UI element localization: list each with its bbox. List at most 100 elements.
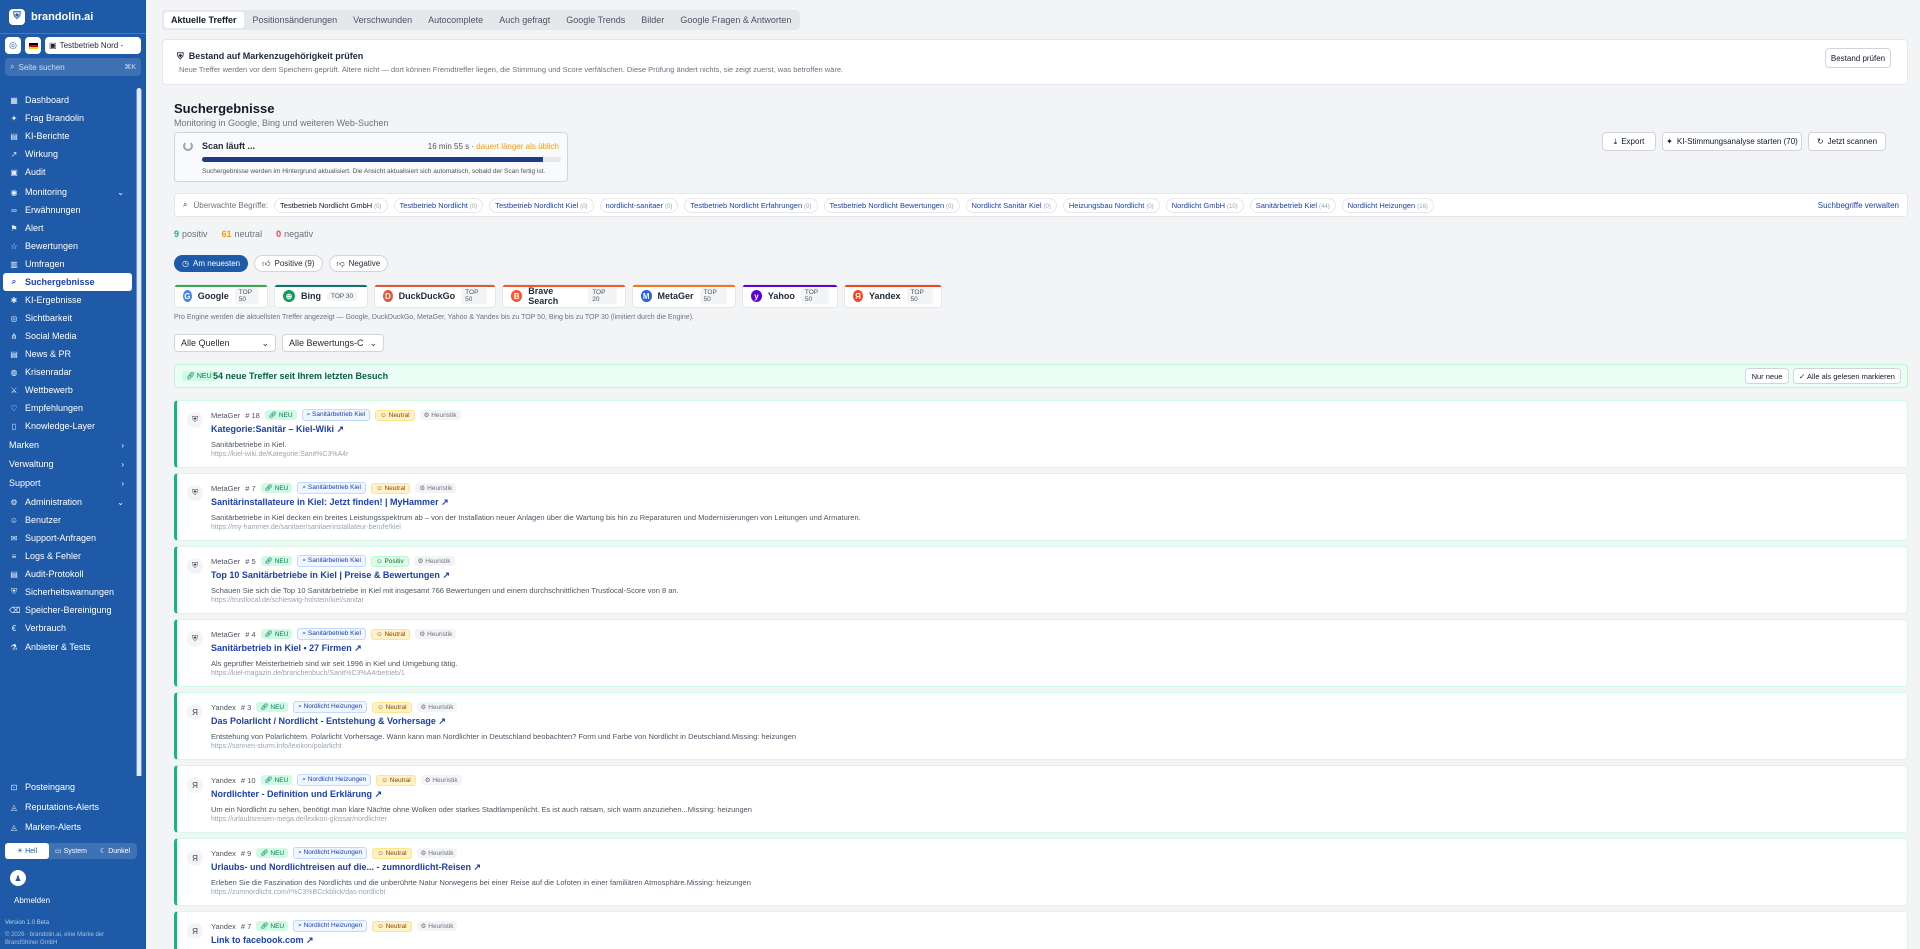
engine-tab-metager[interactable]: M MetaGer TOP 50	[632, 284, 736, 308]
flag-icon[interactable]	[25, 37, 41, 54]
sidebar-search-input[interactable]: ⌕ Seite suchen ⌘K	[5, 58, 141, 76]
sidebar-item-administration[interactable]: ⚙ Administration ⌄	[3, 493, 132, 511]
sentiment-badge[interactable]: ☺ Neutral	[372, 701, 412, 713]
check-inventory-button[interactable]: Bestand prüfen	[1825, 48, 1891, 68]
ratings-select[interactable]: Alle Bewertungs-C ⌄	[282, 334, 384, 352]
term-chip[interactable]: Heizungsbau Nordlicht (0)	[1062, 197, 1160, 213]
sidebar-item-social-media[interactable]: ⋔ Social Media	[3, 327, 132, 345]
mark-all-read-button[interactable]: ✓ Alle als gelesen markieren	[1793, 368, 1901, 384]
tab-5[interactable]: Google Trends	[559, 12, 632, 28]
term-chip[interactable]: nordlicht-sanitaer (0)	[599, 197, 679, 213]
result-url[interactable]: https://urlaubsreisen-mega.de/lexikon-gl…	[211, 816, 387, 823]
ai-sentiment-button[interactable]: ✦ KI-Stimmungsanalyse starten (70)	[1662, 132, 1802, 151]
tab-7[interactable]: Google Fragen & Antworten	[673, 12, 798, 28]
result-title-link[interactable]: Top 10 Sanitärbetriebe in Kiel | Preise …	[211, 570, 450, 581]
avatar[interactable]: ♟	[10, 870, 26, 886]
sidebar-item-umfragen[interactable]: ▥ Umfragen	[3, 255, 132, 273]
logout-button[interactable]: Abmelden	[14, 896, 50, 905]
sidebar-item-krisenradar[interactable]: ◍ Krisenradar	[3, 363, 132, 381]
sidebar-item-wirkung[interactable]: ↗ Wirkung	[3, 145, 132, 163]
sidebar-footer-item[interactable]: ⊡ Posteingang	[3, 778, 132, 796]
tab-1[interactable]: Positionsänderungen	[246, 12, 345, 28]
result-title-link[interactable]: Link to facebook.com ↗	[211, 935, 314, 946]
sidebar-item-support[interactable]: Support ›	[3, 474, 132, 492]
sidebar-footer-item[interactable]: ◬ Marken-Alerts	[3, 818, 132, 836]
term-chip[interactable]: Testbetrieb Nordlicht Bewertungen (0)	[823, 197, 960, 213]
sidebar-item-frag-brandolin[interactable]: ✦ Frag Brandolin	[3, 109, 132, 127]
export-button[interactable]: ⤓ Export	[1602, 132, 1656, 151]
sidebar-item-empfehlungen[interactable]: ♡ Empfehlungen	[3, 399, 132, 417]
tab-2[interactable]: Verschwunden	[346, 12, 419, 28]
sidebar-item-wettbewerb[interactable]: ⚔ Wettbewerb	[3, 381, 132, 399]
only-new-button[interactable]: Nur neue	[1745, 368, 1789, 384]
sidebar-item-sicherheitswarnungen[interactable]: ⛨ Sicherheitswarnungen	[3, 583, 132, 601]
tab-0[interactable]: Aktuelle Treffer	[164, 12, 244, 28]
term-chip[interactable]: Nordlicht GmbH (10)	[1165, 197, 1244, 213]
term-chip[interactable]: Testbetrieb Nordlicht Kiel (0)	[489, 197, 594, 213]
sidebar-item-bewertungen[interactable]: ☆ Bewertungen	[3, 237, 132, 255]
sidebar-item-sichtbarkeit[interactable]: ◎ Sichtbarkeit	[3, 309, 132, 327]
sidebar-item-dashboard[interactable]: ▦ Dashboard	[3, 91, 132, 109]
result-title-link[interactable]: Sanitärbetrieb in Kiel • 27 Firmen ↗	[211, 643, 362, 654]
scan-now-button[interactable]: ↻ Jetzt scannen	[1808, 132, 1886, 151]
sidebar-item-monitoring[interactable]: ◉ Monitoring ⌄	[3, 183, 132, 201]
term-chip[interactable]: Nordlicht Heizungen (16)	[1341, 197, 1434, 213]
engine-tab-yandex[interactable]: Я Yandex TOP 50	[844, 284, 942, 308]
term-chip[interactable]: Testbetrieb Nordlicht Erfahrungen (0)	[684, 197, 818, 213]
sidebar-item-audit-protokoll[interactable]: ▤ Audit-Protokoll	[3, 565, 132, 583]
sidebar-item-news-pr[interactable]: ▤ News & PR	[3, 345, 132, 363]
tab-4[interactable]: Auch gefragt	[492, 12, 557, 28]
term-chip[interactable]: Sanitärbetrieb Kiel (44)	[1249, 197, 1336, 213]
sidebar-item-benutzer[interactable]: ☺ Benutzer	[3, 511, 132, 529]
tab-3[interactable]: Autocomplete	[421, 12, 490, 28]
sentiment-badge[interactable]: ☺ Neutral	[372, 847, 412, 859]
sidebar-item-speicher-bereinigung[interactable]: ⌫ Speicher-Bereinigung	[3, 601, 132, 619]
result-url[interactable]: https://zumnordlicht.com/r%C3%BCckblick/…	[211, 889, 385, 896]
sidebar-item-verwaltung[interactable]: Verwaltung ›	[3, 455, 132, 473]
sidebar-footer-item[interactable]: ◬ Reputations-Alerts	[3, 798, 132, 816]
manage-terms-link[interactable]: Suchbegriffe verwalten	[1818, 201, 1899, 210]
theme-switch[interactable]: ☀ Hell ▭ System ☾ Dunkel	[5, 843, 137, 859]
result-title-link[interactable]: Nordlichter - Definition und Erklärung ↗	[211, 789, 382, 800]
sentiment-badge[interactable]: ☺ Neutral	[375, 409, 415, 421]
sidebar-scrollbar[interactable]	[136, 88, 142, 778]
sentiment-badge[interactable]: ☺ Neutral	[371, 482, 411, 494]
sidebar-item-support-anfragen[interactable]: ✉ Support-Anfragen	[3, 529, 132, 547]
result-title-link[interactable]: Kategorie:Sanitär – Kiel-Wiki ↗	[211, 424, 344, 435]
sidebar-item-logs-fehler[interactable]: ≡ Logs & Fehler	[3, 547, 132, 565]
sidebar-item-marken[interactable]: Marken ›	[3, 436, 132, 454]
engine-tab-bing[interactable]: ⊕ Bing TOP 30	[274, 284, 368, 308]
workspace-icon[interactable]: ◎	[5, 37, 21, 54]
result-title-link[interactable]: Das Polarlicht / Nordlicht - Entstehung …	[211, 716, 446, 727]
term-chip[interactable]: Testbetrieb Nordlicht (0)	[393, 197, 484, 213]
result-url[interactable]: https://my-hammer.de/sanitaer/sanitaerin…	[211, 524, 401, 531]
filter-positive-button[interactable]: 👍︎ Positive (9)	[254, 255, 323, 272]
engine-tab-duckduckgo[interactable]: D DuckDuckGo TOP 50	[374, 284, 496, 308]
result-url[interactable]: https://trustlocal.de/schleswig-holstein…	[211, 597, 364, 604]
theme-system-button[interactable]: ▭ System	[49, 843, 93, 859]
tab-6[interactable]: Bilder	[634, 12, 671, 28]
sources-select[interactable]: Alle Quellen ⌄	[174, 334, 276, 352]
engine-tab-google[interactable]: G Google TOP 50	[174, 284, 268, 308]
sidebar-item-suchergebnisse[interactable]: ⌕ Suchergebnisse	[3, 273, 132, 291]
engine-tab-brave-search[interactable]: B Brave Search TOP 20	[502, 284, 626, 308]
sidebar-item-verbrauch[interactable]: € Verbrauch	[3, 619, 132, 637]
result-url[interactable]: https://kiel-wiki.de/Kategorie:Sanit%C3%…	[211, 451, 348, 458]
term-chip[interactable]: Nordlicht Sanitär Kiel (0)	[965, 197, 1057, 213]
sidebar-item-audit[interactable]: ▣ Audit	[3, 163, 132, 181]
sidebar-item-ki-berichte[interactable]: ▤ KI-Berichte	[3, 127, 132, 145]
sidebar-item-alert[interactable]: ⚑ Alert	[3, 219, 132, 237]
sidebar-item-erwähnungen[interactable]: ∞ Erwähnungen	[3, 201, 132, 219]
filter-newest-button[interactable]: ◷ Am neuesten	[174, 255, 249, 272]
result-title-link[interactable]: Urlaubs- und Nordlichtreisen auf die... …	[211, 862, 481, 873]
theme-light-button[interactable]: ☀ Hell	[5, 843, 49, 859]
theme-dark-button[interactable]: ☾ Dunkel	[93, 843, 137, 859]
result-url[interactable]: https://sonnen-sturm.info/lexikon/polarl…	[211, 743, 342, 750]
engine-tab-yahoo[interactable]: y Yahoo TOP 50	[742, 284, 838, 308]
sidebar-item-knowledge-layer[interactable]: ▯ Knowledge-Layer	[3, 417, 132, 435]
sidebar-item-anbieter-tests[interactable]: ⚗ Anbieter & Tests	[3, 638, 132, 656]
sentiment-badge[interactable]: ☺ Neutral	[371, 628, 411, 640]
sentiment-badge[interactable]: ☺ Neutral	[372, 920, 412, 932]
result-title-link[interactable]: Sanitärinstallateure in Kiel: Jetzt find…	[211, 497, 449, 508]
sentiment-badge[interactable]: ☺ Neutral	[376, 774, 416, 786]
